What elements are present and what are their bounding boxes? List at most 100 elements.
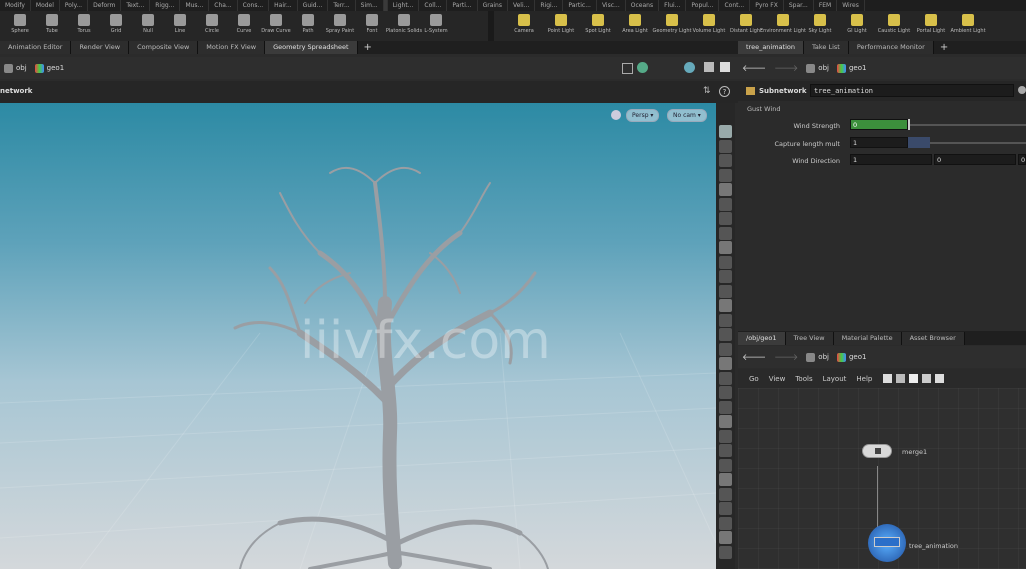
- gear-icon[interactable]: [1018, 86, 1026, 94]
- shelf-tab[interactable]: Partic...: [563, 0, 597, 11]
- tab-geometry-spreadsheet[interactable]: Geometry Spreadsheet: [265, 41, 358, 54]
- tool-button[interactable]: Area Light: [619, 11, 651, 41]
- shelf-tab[interactable]: Spar...: [784, 0, 814, 11]
- tree-node-sphere[interactable]: [868, 524, 906, 562]
- shelf-tab[interactable]: Modify: [0, 0, 31, 11]
- shelf-tab[interactable]: Oceans: [626, 0, 660, 11]
- tool-button[interactable]: Path: [292, 11, 324, 41]
- pin-icon[interactable]: [622, 63, 633, 74]
- wrench-icon[interactable]: [883, 374, 893, 383]
- tool-button[interactable]: Distant Light: [730, 11, 762, 41]
- menu-icon[interactable]: ⇅: [703, 86, 711, 96]
- tool-button[interactable]: Volume Light: [693, 11, 725, 41]
- grid-icon[interactable]: [896, 374, 906, 383]
- shelf-tab[interactable]: Parti...: [447, 0, 478, 11]
- breadcrumb-geo[interactable]: geo1: [34, 63, 64, 73]
- tool-button[interactable]: Geometry Light: [653, 11, 692, 41]
- tool-button[interactable]: Sky Light: [804, 11, 836, 41]
- breadcrumb-geo[interactable]: geo1: [836, 352, 866, 362]
- display-tool-icon[interactable]: [719, 154, 732, 167]
- display-tool-icon[interactable]: [719, 255, 732, 269]
- display-tool-icon[interactable]: [719, 212, 732, 225]
- display-tool-icon[interactable]: [719, 415, 732, 428]
- wind-strength-slider[interactable]: [908, 124, 1026, 126]
- capture-length-field[interactable]: 1: [850, 137, 908, 148]
- shelf-tab[interactable]: Sim...: [356, 0, 384, 11]
- layout-icon[interactable]: [935, 374, 945, 383]
- forward-arrow-icon[interactable]: 🡒: [774, 352, 798, 363]
- lock-icon[interactable]: [611, 110, 621, 120]
- breadcrumb-obj[interactable]: obj: [806, 352, 829, 362]
- display-tool-icon[interactable]: [719, 284, 732, 298]
- window-icon[interactable]: [704, 62, 714, 72]
- display-tool-icon[interactable]: [719, 168, 732, 182]
- camera-menu[interactable]: No cam ▾: [667, 109, 707, 122]
- display-tool-icon[interactable]: [719, 473, 732, 486]
- shelf-tab[interactable]: Veli...: [508, 0, 536, 11]
- display-tool-icon[interactable]: [719, 241, 732, 254]
- tab-performance-monitor[interactable]: Performance Monitor: [848, 41, 934, 54]
- tool-button[interactable]: Environment Light: [760, 11, 806, 41]
- shelf-tab[interactable]: Wires: [837, 0, 865, 11]
- tool-button[interactable]: Platonic Solids: [386, 11, 422, 41]
- slider-handle[interactable]: [908, 119, 910, 130]
- tab-tree-view[interactable]: Tree View: [785, 331, 834, 345]
- add-tab-icon[interactable]: +: [934, 42, 954, 53]
- tab-motion-fx-view[interactable]: Motion FX View: [198, 41, 266, 54]
- back-arrow-icon[interactable]: 🡐: [742, 352, 766, 363]
- breadcrumb-obj[interactable]: obj: [806, 63, 829, 73]
- tool-button[interactable]: Tube: [36, 11, 68, 41]
- maximize-icon[interactable]: [720, 62, 730, 72]
- wind-direction-z[interactable]: 0: [1018, 154, 1026, 165]
- tool-button[interactable]: Grid: [100, 11, 132, 41]
- display-tool-icon[interactable]: [719, 487, 732, 501]
- display-tool-icon[interactable]: [719, 197, 732, 211]
- display-tool-icon[interactable]: [719, 444, 732, 457]
- tool-button[interactable]: Spray Paint: [324, 11, 356, 41]
- tool-button[interactable]: Sphere: [4, 11, 36, 41]
- display-tool-icon[interactable]: [719, 545, 732, 559]
- display-icon[interactable]: [684, 62, 695, 73]
- breadcrumb-obj[interactable]: obj: [4, 63, 27, 73]
- shelf-tab[interactable]: Model: [31, 0, 60, 11]
- tab-obj-geo1[interactable]: /obj/geo1: [738, 331, 786, 345]
- shelf-tab[interactable]: Flui...: [659, 0, 687, 11]
- shelf-tab[interactable]: Hair...: [269, 0, 298, 11]
- tool-button[interactable]: Draw Curve: [260, 11, 292, 41]
- shelf-tab[interactable]: Pyro FX: [750, 0, 784, 11]
- shelf-tab[interactable]: Cons...: [238, 0, 270, 11]
- merge-node[interactable]: [862, 444, 892, 458]
- table-icon[interactable]: [922, 374, 932, 383]
- list-icon[interactable]: [909, 374, 919, 383]
- shelf-tab[interactable]: Text...: [121, 0, 151, 11]
- network-editor[interactable]: merge1 tree_animation: [738, 388, 1026, 569]
- shelf-tab[interactable]: FEM: [814, 0, 838, 11]
- tab-render-view[interactable]: Render View: [71, 41, 130, 54]
- forward-arrow-icon[interactable]: 🡒: [774, 63, 798, 74]
- shelf-tab[interactable]: Popul...: [686, 0, 720, 11]
- display-tool-icon[interactable]: [719, 226, 732, 240]
- tool-button[interactable]: Spot Light: [582, 11, 614, 41]
- shelf-tab[interactable]: Terr...: [328, 0, 356, 11]
- tab-tree-animation[interactable]: tree_animation: [738, 41, 805, 54]
- tool-button[interactable]: Line: [164, 11, 196, 41]
- tab-animation-editor[interactable]: Animation Editor: [0, 41, 72, 54]
- add-tab-icon[interactable]: +: [358, 42, 378, 53]
- display-tool-icon[interactable]: [719, 531, 732, 544]
- shelf-tab[interactable]: Light...: [388, 0, 420, 11]
- tool-button[interactable]: Torus: [68, 11, 100, 41]
- wind-strength-field[interactable]: 0: [850, 119, 908, 130]
- back-arrow-icon[interactable]: 🡐: [742, 63, 766, 74]
- tool-button[interactable]: Caustic Light: [878, 11, 910, 41]
- display-tool-icon[interactable]: [719, 139, 732, 153]
- display-tool-icon[interactable]: [719, 386, 732, 399]
- display-tool-icon[interactable]: [719, 400, 732, 414]
- tab-asset-browser[interactable]: Asset Browser: [901, 331, 965, 345]
- display-tool-icon[interactable]: [719, 328, 732, 341]
- display-tool-icon[interactable]: [719, 516, 732, 530]
- display-tool-icon[interactable]: [719, 502, 732, 515]
- menu-help[interactable]: Help: [851, 375, 877, 383]
- wind-direction-x[interactable]: 1: [850, 154, 932, 165]
- tool-button[interactable]: Null: [132, 11, 164, 41]
- tool-button[interactable]: Curve: [228, 11, 260, 41]
